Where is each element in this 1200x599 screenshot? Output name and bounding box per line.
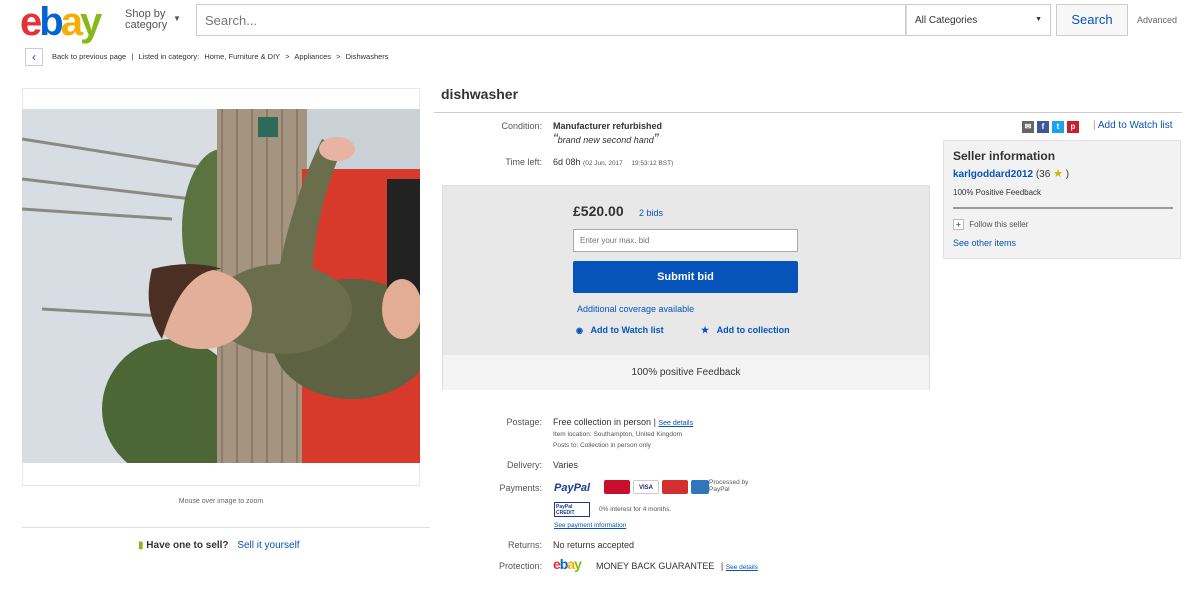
- seller-feedback: 100% Positive Feedback: [953, 188, 1042, 197]
- zoom-hint: Mouse over image to zoom: [178, 498, 264, 505]
- plus-icon: +: [953, 219, 964, 230]
- payments-label: Payments:: [499, 483, 542, 493]
- sell-it-yourself-link[interactable]: Sell it yourself: [237, 540, 299, 551]
- condition-value: Manufacturer refurbished: [553, 121, 663, 131]
- seller-info-heading: Seller information: [953, 149, 1056, 163]
- ebay-logo[interactable]: ebay: [20, 2, 102, 42]
- seller-feedback-strip: 100% positive Feedback: [443, 355, 929, 390]
- seller-username-link[interactable]: karlgoddard2012: [953, 169, 1033, 180]
- seller-information-panel: Seller information karlgoddard2012 (36 ★…: [943, 140, 1181, 259]
- add-to-watch-list-link[interactable]: | Add to Watch list: [1093, 120, 1173, 131]
- postage-value: Free collection in person | See details: [553, 417, 694, 427]
- condition-label: Condition:: [501, 121, 542, 131]
- search-button[interactable]: Search: [1056, 4, 1128, 36]
- protection-label: Protection:: [498, 561, 542, 571]
- item-location: Item location: Southampton, United Kingd…: [553, 431, 682, 438]
- visa-icon: VISA: [633, 480, 659, 494]
- postage-see-details-link[interactable]: See details: [658, 420, 693, 427]
- max-bid-input[interactable]: [573, 229, 798, 252]
- back-arrow-icon[interactable]: ‹: [25, 48, 43, 66]
- divider: [434, 112, 1182, 113]
- divider: [22, 527, 430, 528]
- time-left-label: Time left:: [505, 157, 542, 167]
- item-title: dishwasher: [441, 86, 519, 102]
- seller-name-row: karlgoddard2012 (36 ★ ): [953, 168, 1070, 180]
- breadcrumb-item[interactable]: Dishwashers: [346, 52, 389, 61]
- breadcrumb-item[interactable]: Appliances: [294, 52, 331, 61]
- additional-coverage-link[interactable]: Additional coverage available: [577, 304, 694, 314]
- product-photo[interactable]: [22, 109, 420, 463]
- twitter-icon[interactable]: t: [1052, 121, 1064, 133]
- bid-count-link[interactable]: 2 bids: [639, 208, 663, 218]
- product-photo-image: [22, 109, 420, 463]
- chevron-down-icon: ▼: [1035, 16, 1042, 23]
- search-input[interactable]: [196, 4, 906, 36]
- back-to-previous-link[interactable]: Back to previous page: [52, 52, 126, 61]
- see-payment-information-link[interactable]: See payment information: [554, 522, 626, 529]
- category-select[interactable]: All Categories ▼: [906, 4, 1051, 36]
- add-to-collection-button[interactable]: ★ Add to collection: [701, 325, 790, 336]
- ebay-logo-small: ebay: [553, 556, 582, 572]
- delivery-label: Delivery:: [506, 460, 542, 470]
- returns-value: No returns accepted: [553, 540, 635, 550]
- sell-prompt: ▮ Have one to sell? Sell it yourself: [138, 540, 300, 551]
- breadcrumb: Back to previous page | Listed in catego…: [52, 52, 389, 61]
- money-back-guarantee: MONEY BACK GUARANTEE | See details: [596, 561, 758, 571]
- chevron-down-icon: ▼: [173, 14, 181, 23]
- share-icons: ✉ f t p: [1022, 121, 1079, 133]
- star-icon: ★: [701, 325, 710, 335]
- paypal-credit-logo: PayPal CREDIT: [554, 502, 590, 517]
- advanced-search-link[interactable]: Advanced: [1137, 15, 1177, 25]
- maestro-icon: [662, 480, 688, 494]
- postage-label: Postage:: [506, 417, 542, 427]
- pinterest-icon[interactable]: p: [1067, 121, 1079, 133]
- protection-see-details-link[interactable]: See details: [726, 564, 758, 571]
- returns-label: Returns:: [507, 540, 542, 550]
- submit-bid-button[interactable]: Submit bid: [573, 261, 798, 293]
- tag-icon: ▮: [138, 540, 144, 551]
- payment-card-logos: VISA: [604, 480, 709, 494]
- facebook-icon[interactable]: f: [1037, 121, 1049, 133]
- eye-icon: ◉: [576, 326, 583, 335]
- star-icon: ★: [1053, 168, 1063, 180]
- see-other-items-link[interactable]: See other items: [953, 238, 1016, 248]
- amex-icon: [691, 480, 709, 494]
- mastercard-icon: [604, 480, 630, 494]
- email-icon[interactable]: ✉: [1022, 121, 1034, 133]
- follow-seller-button[interactable]: + Follow this seller: [953, 219, 1028, 230]
- feedback-bar: [953, 207, 1173, 209]
- add-to-watch-list-button[interactable]: ◉ Add to Watch list: [576, 325, 664, 335]
- processed-by-paypal: Processed by PayPal: [709, 479, 749, 493]
- condition-note: “brand new second hand”: [553, 130, 659, 146]
- time-left-value: 6d 08h (02 Jun, 2017 19:53:12 BST): [553, 157, 674, 167]
- current-price: £520.00: [573, 203, 624, 219]
- breadcrumb-item[interactable]: Home, Furniture & DIY: [204, 52, 280, 61]
- credit-interest: 0% interest for 4 months.: [599, 506, 672, 513]
- shop-by-category-button[interactable]: Shop by category: [125, 9, 167, 31]
- posts-to: Posts to: Collection in person only: [553, 442, 651, 449]
- delivery-value: Varies: [553, 460, 578, 470]
- paypal-logo: PayPal: [554, 482, 591, 494]
